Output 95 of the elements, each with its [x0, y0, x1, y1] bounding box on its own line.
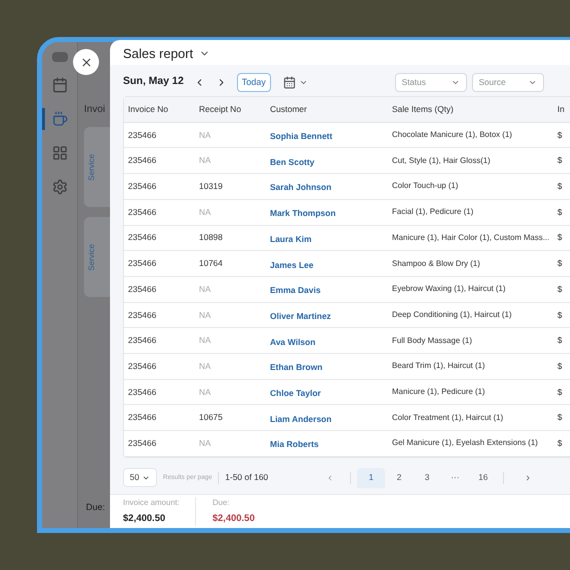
close-icon	[80, 56, 92, 68]
customer-link[interactable]: Chloe Taylor	[270, 388, 321, 398]
page-button[interactable]: 2	[385, 468, 414, 488]
customer-link[interactable]: Sarah Johnson	[270, 182, 332, 192]
table-cell: $	[553, 328, 570, 354]
table-cell: Beard Trim (1), Haircut (1)	[388, 353, 554, 380]
table-cell: Facial (1), Pedicure (1)	[388, 199, 554, 225]
page-button[interactable]: 1	[357, 468, 386, 488]
table-cell: Manicure (1), Pedicure (1)	[388, 379, 554, 405]
table-cell: $	[553, 225, 570, 251]
date-label: Sun, May 12	[123, 74, 184, 90]
table-cell: $	[553, 276, 570, 302]
table-cell: Eyebrow Waxing (1), Haircut (1)	[388, 276, 554, 302]
page-button[interactable]: 16	[469, 468, 498, 488]
table-cell: NA	[195, 148, 266, 174]
table-cell: NA	[195, 353, 266, 380]
column-header: Customer	[266, 97, 388, 122]
table-cell: $	[553, 404, 570, 430]
table-cell: NA	[195, 328, 266, 354]
table-cell: $	[553, 430, 570, 456]
table-cell: Deep Conditioning (1), Haircut (1)	[388, 302, 554, 328]
service-label: Service	[86, 244, 97, 270]
table-cell: 235466	[124, 199, 195, 225]
customer-link[interactable]: Ava Wilson	[270, 336, 316, 347]
table-cell: $	[553, 302, 570, 328]
filter-dropdown[interactable]: Source	[472, 72, 544, 92]
table-cell: Full Body Massage (1)	[388, 328, 554, 354]
table-cell: NA	[195, 430, 266, 456]
table-cell: 235466	[124, 430, 195, 456]
table-cell: Shampoo & Blow Dry (1)	[388, 250, 554, 276]
customer-link[interactable]: Liam Anderson	[270, 414, 332, 424]
section-title: Invoi	[84, 103, 106, 117]
table-cell: Color Touch-up (1)	[388, 174, 554, 200]
settings-icon[interactable]	[52, 179, 68, 195]
table-cell: 235466	[124, 328, 195, 354]
table-cell: NA	[195, 122, 266, 148]
calendar-icon[interactable]	[282, 76, 296, 89]
table-cell: 10675	[195, 404, 266, 430]
table-cell: 10764	[195, 250, 266, 276]
total-label: Invoice amount:	[123, 496, 180, 509]
table-cell: NA	[195, 276, 266, 302]
table-cell: NA	[195, 379, 266, 405]
table-cell: Gel Manicure (1), Eyelash Extensions (1)	[388, 430, 554, 456]
customer-link[interactable]: Mia Roberts	[270, 439, 319, 450]
column-header: Receipt No	[195, 97, 266, 122]
table-cell: 10898	[195, 225, 266, 251]
table-cell: 235466	[124, 302, 195, 328]
table-cell: $	[553, 148, 570, 174]
table-cell: 235466	[124, 148, 195, 174]
table-cell: $	[553, 122, 570, 148]
table-cell: NA	[195, 199, 266, 225]
table-cell: $	[553, 250, 570, 276]
today-button[interactable]: Today	[236, 72, 271, 92]
page-button[interactable]: 3	[413, 468, 442, 488]
customer-link[interactable]: Sophia Bennett	[270, 131, 332, 142]
table-cell: 235466	[124, 250, 195, 276]
customer-link[interactable]: Emma Davis	[270, 285, 321, 296]
column-header: Invoice No	[124, 97, 195, 122]
table-cell: 235466	[124, 174, 195, 200]
customer-link[interactable]: James Lee	[270, 260, 314, 270]
table-cell: $	[553, 379, 570, 405]
customer-link[interactable]: Laura Kim	[270, 234, 312, 244]
table-cell: NA	[195, 302, 266, 328]
table-cell: $	[553, 199, 570, 225]
column-header: Sale Items (Qty)	[388, 97, 554, 122]
table-cell: 235466	[124, 276, 195, 302]
table-cell: $	[553, 353, 570, 380]
due-label: Due:	[86, 500, 106, 514]
customer-link[interactable]: Oliver Martinez	[270, 310, 331, 321]
page-button[interactable]: ···	[441, 468, 470, 488]
table-cell: 235466	[124, 225, 195, 251]
table-cell: $	[553, 174, 570, 200]
table-cell: Cut, Style (1), Hair Gloss(1)	[388, 148, 554, 174]
customer-link[interactable]: Ben Scotty	[270, 156, 314, 167]
table-cell: Color Treatment (1), Haircut (1)	[388, 404, 554, 430]
table-cell: 10319	[195, 174, 266, 200]
table-cell: Chocolate Manicure (1), Botox (1)	[388, 122, 554, 148]
table-cell: 235466	[124, 353, 195, 380]
customer-link[interactable]: Ethan Brown	[270, 362, 322, 372]
calendar-icon[interactable]	[52, 77, 68, 93]
table-cell: Manicure (1), Hair Color (1), Custom Mass...	[388, 225, 554, 251]
total-value: $2,400.50	[123, 512, 166, 526]
page-size-select[interactable]: 50	[123, 468, 157, 488]
table-cell: 235466	[124, 404, 195, 430]
table-cell: 235466	[124, 379, 195, 405]
result-range: 1-50 of 160	[225, 471, 268, 484]
modal-title: Sales report	[123, 44, 194, 63]
total-value: $2,400.50	[212, 512, 255, 526]
customer-link[interactable]: Mark Thompson	[270, 208, 336, 218]
column-header: In	[553, 97, 570, 122]
table-cell: 235466	[124, 122, 195, 148]
service-label: Service	[86, 154, 97, 180]
total-label: Due:	[212, 496, 230, 509]
grid-icon[interactable]	[52, 145, 68, 161]
filter-dropdown[interactable]: Status	[394, 72, 467, 92]
